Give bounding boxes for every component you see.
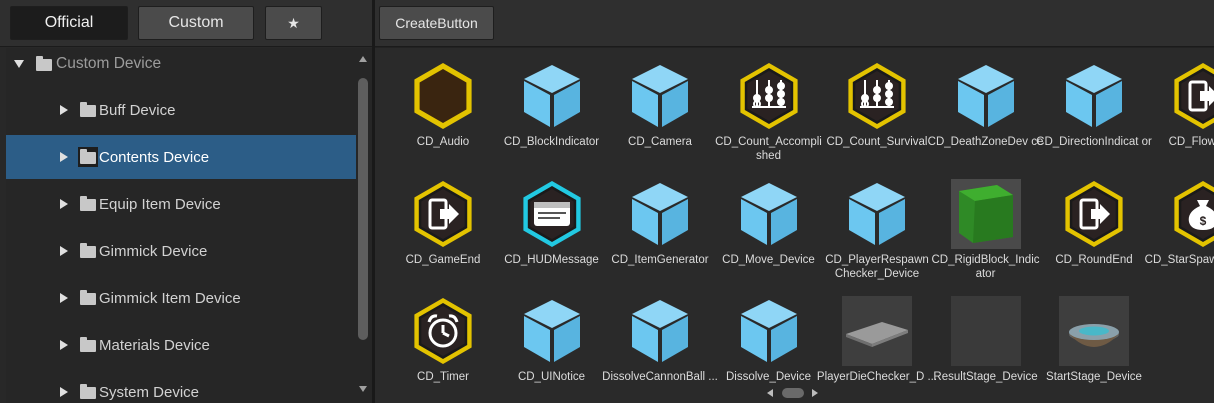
cube-icon [1056,58,1132,134]
alarm-clock-badge-icon [405,293,481,369]
folder-icon [34,54,54,74]
cube-icon [622,176,698,252]
cube-icon [731,293,807,369]
asset-tile[interactable]: CD_DeathZoneDev ce [928,58,1044,173]
tree-item[interactable]: Materials Device [6,323,356,367]
tree-root-label: Custom Device [56,55,162,72]
asset-tile[interactable]: CD_RigidBlock_Indic ator [928,176,1044,291]
create-button[interactable]: CreateButton [379,6,494,40]
tree-item-label: Gimmick Device [99,242,208,260]
tree-item-label: System Device [99,383,200,401]
asset-tile[interactable]: CD_Count_Accompli shed [711,58,827,173]
tree-item[interactable]: Gimmick Device [6,229,356,273]
tree-item[interactable]: Equip Item Device [6,182,356,226]
tree-item[interactable]: Contents Device [6,135,356,179]
svg-text:$: $ [1199,214,1206,228]
scroll-down-arrow-icon[interactable] [359,386,367,392]
official-tab-button[interactable]: Official [10,6,128,40]
grid-horizontal-scrollbar[interactable] [765,386,825,400]
cube-icon [839,176,915,252]
custom-tab-button[interactable]: Custom [138,6,254,40]
hexagon-badge-icon [405,58,481,134]
folder-icon [78,147,98,167]
asset-tile[interactable]: DissolveCannonBall ... [602,293,718,403]
tree-item-label: Buff Device [99,101,176,119]
folder-icon [78,382,98,402]
expand-arrow-icon[interactable] [60,293,68,303]
grey-box-thumbnail [948,293,1024,369]
tree-root-custom-device[interactable]: Custom Device [6,48,356,80]
asset-tile[interactable]: CD_Camera [602,58,718,173]
green-block-thumbnail [948,176,1024,252]
category-toolbar: Official Custom ★ [0,0,372,47]
round-platform-thumbnail [1056,293,1132,369]
asset-tile[interactable]: PlayerDieChecker_D ... [817,293,937,403]
exit-badge-icon [1056,176,1132,252]
tree-item-label: Gimmick Item Device [99,289,241,307]
tree-item[interactable]: System Device [6,370,356,403]
cube-icon [514,58,590,134]
asset-tile[interactable]: CD_Count_Survival [819,58,935,173]
exit-badge-icon [405,176,481,252]
asset-tile-label: CD_StarSpawn_De ce [1144,253,1214,266]
grey-plate-thumbnail [839,293,915,369]
expand-arrow-icon[interactable] [60,387,68,397]
folder-icon [78,288,98,308]
scroll-up-arrow-icon[interactable] [359,56,367,62]
tree-item-label: Equip Item Device [99,195,221,213]
scroll-left-arrow-icon[interactable] [767,389,773,397]
tree-scrollbar-thumb[interactable] [358,78,368,340]
asset-tile[interactable]: CD_Move_Device [711,176,827,291]
folder-icon [78,335,98,355]
asset-toolbar: CreateButton [375,0,1214,47]
device-asset-grid: CD_Audio CD_BlockIndicator CD_Camera CD_Cou… [375,48,1214,403]
tree-item[interactable]: Gimmick Item Device [6,276,356,320]
folder-icon [78,194,98,214]
abacus-badge-icon [839,58,915,134]
folder-icon [78,241,98,261]
asset-tile-label: StartStage_Device [1046,371,1142,383]
asset-tile[interactable]: CD_Audio [385,58,501,173]
cube-icon [731,176,807,252]
asset-tile[interactable]: CD_PlayerRespawn Checker_Device [819,176,935,291]
asset-tile[interactable]: CD_BlockIndicator [494,58,610,173]
money-bag-badge-icon: $ [1165,176,1214,252]
message-badge-icon [514,176,590,252]
cube-icon [514,293,590,369]
abacus-badge-icon [731,58,807,134]
asset-tile[interactable]: ResultStage_Device [928,293,1044,403]
asset-tile[interactable]: StartStage_Device [1036,293,1152,403]
tree-item-label: Materials Device [99,336,210,354]
exit-badge-icon [1165,58,1214,134]
asset-tile[interactable]: CD_Timer [385,293,501,403]
asset-tile[interactable]: CD_ItemGenerator [602,176,718,291]
asset-tile[interactable]: CD_RoundEnd [1036,176,1152,291]
expand-arrow-icon[interactable] [60,199,68,209]
cube-icon [948,58,1024,134]
scroll-right-arrow-icon[interactable] [812,389,818,397]
expand-arrow-icon[interactable] [60,152,68,162]
asset-tile[interactable]: CD_UINotice [494,293,610,403]
asset-tile[interactable]: CD_HUDMessage [494,176,610,291]
hierarchy-panel: Official Custom ★ Custom Device Buff Dev… [0,0,372,403]
asset-tile[interactable]: CD_GameEnd [385,176,501,291]
expand-arrow-icon[interactable] [60,340,68,350]
cube-icon [622,293,698,369]
expand-arrow-icon[interactable] [60,105,68,115]
tree-item[interactable]: Buff Device [6,88,356,132]
asset-tile[interactable]: $ CD_StarSpawn_De ce [1145,176,1214,291]
cube-icon [622,58,698,134]
folder-icon [78,100,98,120]
expand-arrow-icon[interactable] [14,60,24,68]
grid-scrollbar-thumb[interactable] [782,388,804,398]
asset-tile-label: CD_FlowEnd [1168,136,1214,148]
device-category-tree: Custom Device Buff Device Contents Device… [6,48,356,403]
expand-arrow-icon[interactable] [60,246,68,256]
asset-tile[interactable]: CD_DirectionIndicat or [1036,58,1152,173]
favorites-star-button[interactable]: ★ [265,6,322,40]
tree-item-label: Contents Device [99,148,210,166]
asset-tile[interactable]: CD_FlowEnd [1145,58,1214,173]
